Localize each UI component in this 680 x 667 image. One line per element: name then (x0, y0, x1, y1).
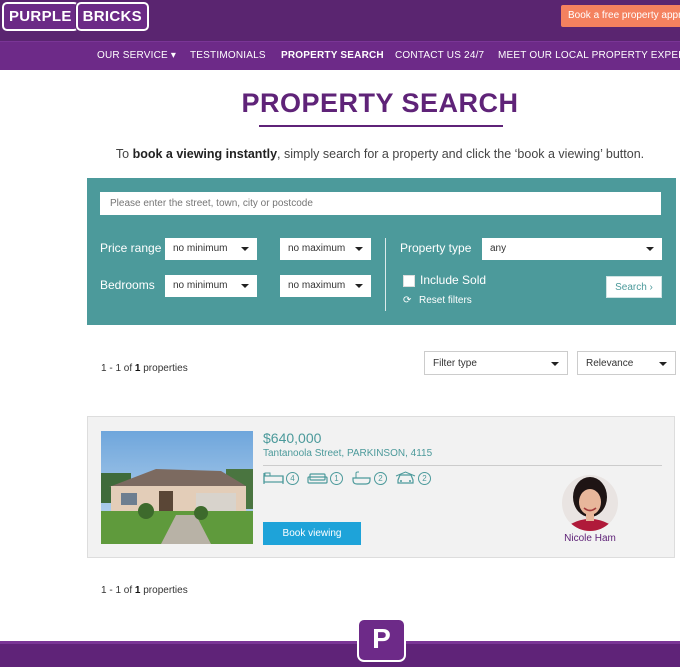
purplebricks-logo[interactable]: PURPLE BRICKS (2, 2, 149, 31)
price-max-value: no maximum (288, 243, 346, 254)
chevron-down-icon (355, 247, 363, 251)
filter-type-value: Filter type (433, 358, 477, 369)
sort-select[interactable]: Relevance (577, 351, 676, 375)
property-features: 4 1 2 2 (263, 471, 439, 485)
chevron-down-icon (241, 247, 249, 251)
footer (0, 641, 680, 667)
price-min-select[interactable]: no minimum (165, 238, 257, 260)
count-post: properties (140, 363, 188, 374)
intro-bold: book a viewing instantly (132, 147, 278, 161)
top-bar: PURPLE BRICKS Book a free property appr (0, 0, 680, 41)
property-type-value: any (490, 243, 507, 254)
living-count: 1 (330, 471, 343, 485)
bath-icon (352, 471, 371, 485)
property-photo[interactable] (101, 431, 253, 544)
property-address[interactable]: Tantanoola Street, PARKINSON, 4115 (263, 448, 432, 459)
card-divider (263, 465, 662, 466)
reset-filters-link[interactable]: Reset filters (419, 295, 472, 306)
refresh-icon[interactable]: ⟳ (403, 295, 411, 306)
property-price: $640,000 (263, 430, 322, 446)
logo-purple: PURPLE (2, 2, 79, 31)
count-pre: 1 - 1 of (101, 363, 135, 374)
property-type-label: Property type (400, 241, 472, 255)
intro-post: , simply search for a property and click… (277, 147, 645, 161)
title-underline (259, 125, 503, 127)
chevron-down-icon (659, 362, 667, 366)
location-search-input[interactable] (100, 192, 661, 215)
bedrooms-max-select[interactable]: no maximum (280, 275, 371, 297)
logo-bricks: BRICKS (75, 2, 149, 31)
include-sold-label[interactable]: Include Sold (420, 273, 486, 287)
chevron-down-icon (241, 284, 249, 288)
count-post: properties (140, 585, 188, 596)
filter-type-select[interactable]: Filter type (424, 351, 568, 375)
intro-text: To book a viewing instantly, simply sear… (0, 147, 680, 161)
footer-logo[interactable]: P (357, 618, 406, 662)
bed-icon (263, 472, 284, 484)
price-max-select[interactable]: no maximum (280, 238, 371, 260)
price-min-value: no minimum (173, 243, 228, 254)
search-button[interactable]: Search › (606, 276, 662, 298)
agent-avatar[interactable] (562, 475, 618, 531)
page-title: PROPERTY SEARCH (241, 88, 519, 118)
chevron-down-icon (646, 247, 654, 251)
nav-testimonials[interactable]: TESTIMONIALS (190, 42, 266, 70)
bedrooms-min-select[interactable]: no minimum (165, 275, 257, 297)
sort-value: Relevance (586, 358, 634, 369)
bedrooms-max-value: no maximum (288, 280, 346, 291)
bedrooms-label: Bedrooms (100, 278, 155, 292)
property-type-select[interactable]: any (482, 238, 662, 260)
property-card[interactable]: $640,000 Tantanoola Street, PARKINSON, 4… (87, 416, 675, 558)
bedrooms-count: 4 (286, 471, 299, 485)
main-nav: OUR SERVICE ▾ TESTIMONIALS PROPERTY SEAR… (0, 41, 680, 70)
count-pre: 1 - 1 of (101, 585, 135, 596)
bedrooms-min-value: no minimum (173, 280, 228, 291)
car-icon (395, 471, 416, 484)
search-panel: Price range no minimum no maximum Bedroo… (87, 178, 676, 325)
parking-count: 2 (418, 471, 431, 485)
results-count: 1 - 1 of 1 properties (101, 363, 188, 374)
agent-name[interactable]: Nicole Ham (540, 533, 640, 544)
panel-divider (385, 238, 386, 311)
sofa-icon (307, 473, 328, 484)
nav-local-experts[interactable]: MEET OUR LOCAL PROPERTY EXPERTS (498, 42, 680, 70)
book-valuation-button[interactable]: Book a free property appr (561, 5, 680, 27)
include-sold-checkbox[interactable] (403, 275, 415, 287)
results-count-bottom: 1 - 1 of 1 properties (101, 585, 188, 596)
chevron-down-icon (551, 362, 559, 366)
nav-our-service[interactable]: OUR SERVICE ▾ (97, 42, 176, 70)
intro-pre: To (115, 147, 133, 161)
price-range-label: Price range (100, 241, 162, 255)
chevron-down-icon (355, 284, 363, 288)
book-viewing-button[interactable]: Book viewing (263, 522, 361, 545)
nav-property-search[interactable]: PROPERTY SEARCH (281, 42, 384, 70)
nav-contact-us[interactable]: CONTACT US 24/7 (395, 42, 484, 70)
bathrooms-count: 2 (374, 471, 387, 485)
